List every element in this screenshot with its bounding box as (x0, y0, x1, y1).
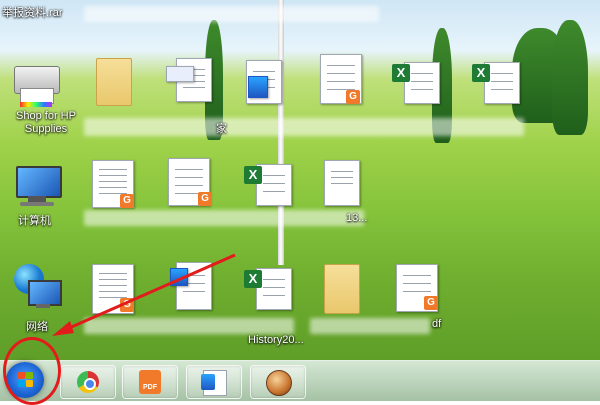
pdf-taskbar-button[interactable]: PDF (122, 365, 178, 399)
chrome-taskbar-button[interactable] (60, 365, 116, 399)
taskbar: PDF (0, 360, 600, 401)
tiger-icon (266, 370, 292, 396)
annotation-circle (3, 337, 61, 405)
word-taskbar-button[interactable] (186, 365, 242, 399)
browser-taskbar-button[interactable] (250, 365, 306, 399)
pdf-icon-label: PDF (143, 384, 157, 391)
desktop: 举报资料.rar Shop for HP Supplies 计算机 网络 家 G… (0, 0, 600, 360)
annotation-arrow (52, 253, 236, 336)
